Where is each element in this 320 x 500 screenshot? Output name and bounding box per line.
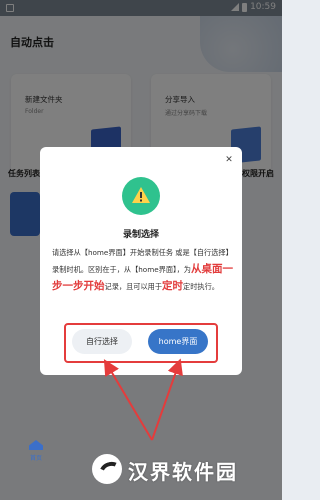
arrow-to-home (151, 358, 183, 441)
arrow-to-self-select (103, 359, 153, 441)
watermark-text: 汉界软件园 (128, 460, 238, 484)
watermark: 汉界软件园 (92, 452, 272, 490)
annotation-arrows (103, 358, 183, 441)
watermark-logo-icon (92, 454, 127, 488)
